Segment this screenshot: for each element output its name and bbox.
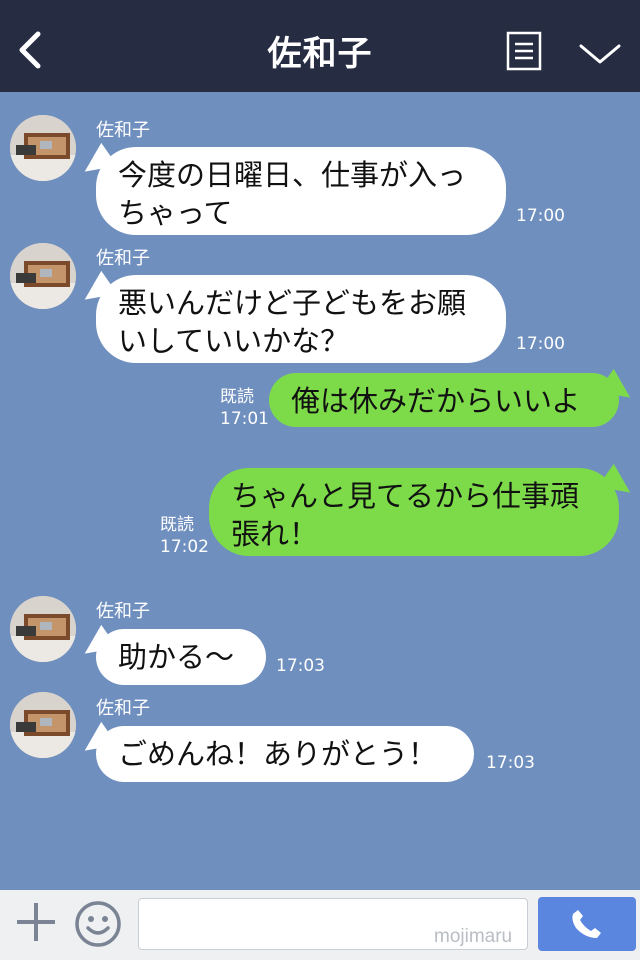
call-button[interactable] bbox=[538, 897, 636, 951]
watermark: mojimaru bbox=[434, 926, 513, 947]
message-bubble-incoming[interactable]: ごめんね！ありがとう！ bbox=[96, 726, 474, 782]
chevron-down-icon[interactable] bbox=[578, 42, 622, 66]
message-bubble-outgoing[interactable]: 俺は休みだからいいよ bbox=[269, 373, 619, 427]
message-bubble-incoming[interactable]: 今度の日曜日、仕事が入っちゃって bbox=[96, 147, 506, 235]
sender-name: 佐和子 bbox=[96, 120, 150, 141]
plus-icon[interactable] bbox=[14, 900, 58, 944]
sender-name: 佐和子 bbox=[96, 601, 150, 622]
message-time: 17:01 bbox=[220, 409, 269, 429]
sender-name: 佐和子 bbox=[96, 698, 150, 719]
message-bubble-incoming[interactable]: 悪いんだけど子どもをお願いしていいかな？ bbox=[96, 275, 506, 363]
message-bubble-outgoing[interactable]: ちゃんと見てるから仕事頑張れ！ bbox=[209, 468, 619, 556]
phone-icon bbox=[572, 910, 601, 938]
read-label: 既読 bbox=[160, 515, 194, 535]
message-time: 17:03 bbox=[486, 753, 535, 773]
avatar[interactable] bbox=[10, 115, 76, 181]
avatar[interactable] bbox=[10, 596, 76, 662]
chat-header: 佐和子 bbox=[0, 0, 640, 92]
smiley-icon[interactable] bbox=[74, 900, 122, 948]
avatar[interactable] bbox=[10, 243, 76, 309]
menu-icon[interactable] bbox=[506, 31, 542, 71]
message-time: 17:00 bbox=[516, 334, 565, 354]
chat-title: 佐和子 bbox=[267, 34, 373, 74]
chat-area[interactable]: 佐和子 今度の日曜日、仕事が入っちゃって 17:00 佐和子 悪いんだけど子ども… bbox=[0, 92, 640, 890]
message-time: 17:02 bbox=[160, 537, 209, 557]
read-receipt: 既読 17:01 bbox=[220, 386, 269, 430]
message-time: 17:00 bbox=[516, 206, 565, 226]
sender-name: 佐和子 bbox=[96, 248, 150, 269]
avatar[interactable] bbox=[10, 692, 76, 758]
read-label: 既読 bbox=[220, 387, 254, 407]
read-receipt: 既読 17:02 bbox=[160, 514, 209, 558]
message-bubble-incoming[interactable]: 助かる〜 bbox=[96, 629, 266, 685]
message-time: 17:03 bbox=[276, 656, 325, 676]
